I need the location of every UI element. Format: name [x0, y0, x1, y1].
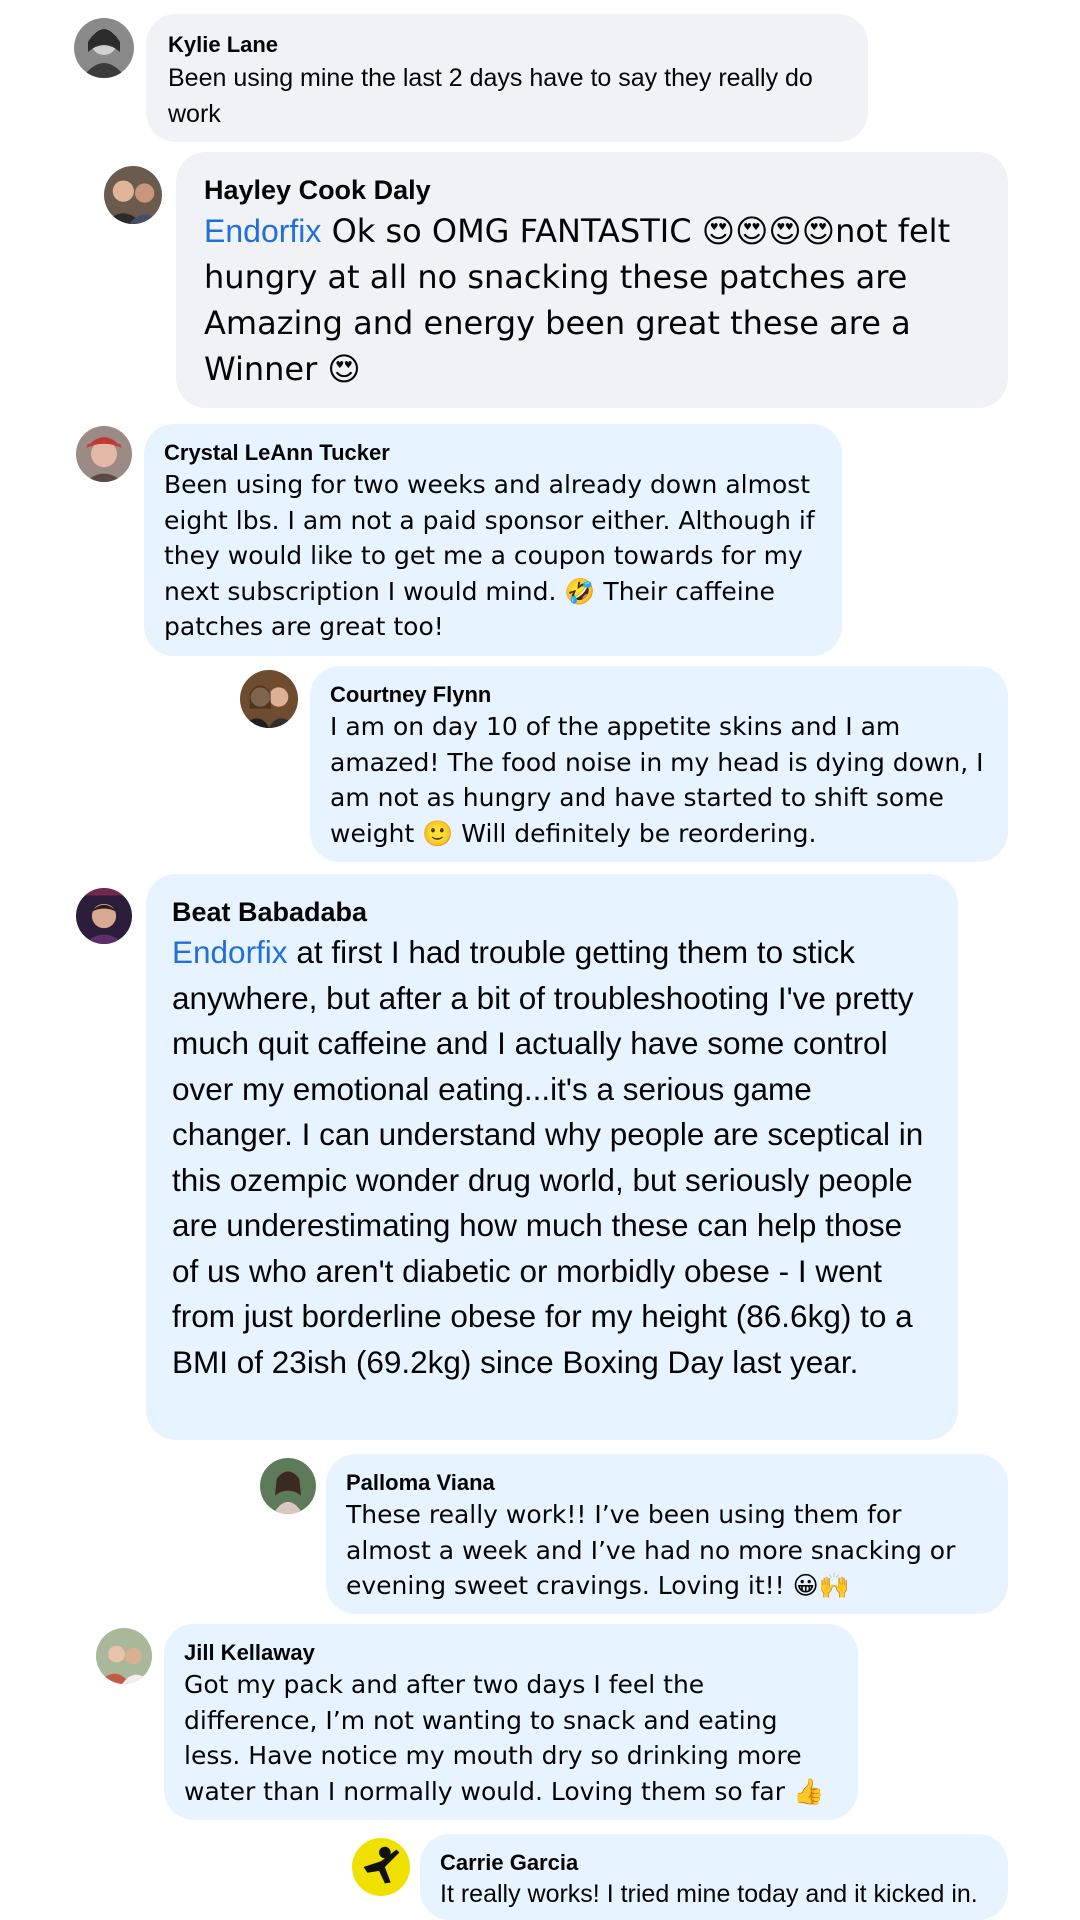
- avatar[interactable]: [74, 18, 134, 78]
- comment-text: These really work!! I’ve been using them…: [346, 1500, 956, 1600]
- commenter-name[interactable]: Hayley Cook Daly: [204, 172, 980, 208]
- comment-text: Endorfix Ok so OMG FANTASTIC 😍😍😍😍not fel…: [204, 208, 980, 392]
- commenter-name[interactable]: Beat Babadaba: [172, 894, 932, 930]
- comment-bubble: Courtney Flynn I am on day 10 of the app…: [310, 666, 1008, 862]
- comment-bubble: Crystal LeAnn Tucker Been using for two …: [144, 424, 842, 656]
- commenter-name[interactable]: Carrie Garcia: [440, 1848, 988, 1877]
- avatar[interactable]: [260, 1458, 316, 1514]
- avatar[interactable]: [96, 1628, 152, 1684]
- comment-text: Got my pack and after two days I feel th…: [184, 1670, 825, 1806]
- avatar[interactable]: [76, 426, 132, 482]
- comment-text: It really works! I tried mine today and …: [440, 1880, 978, 1908]
- comment-bubble: Palloma Viana These really work!! I’ve b…: [326, 1454, 1008, 1614]
- comment-bubble: Beat Babadaba Endorfix at first I had tr…: [146, 874, 958, 1440]
- comment-text: Endorfix at first I had trouble getting …: [172, 930, 932, 1385]
- comment-text: Been using mine the last 2 days have to …: [168, 64, 813, 128]
- commenter-name[interactable]: Kylie Lane: [168, 30, 846, 60]
- comment-text: I am on day 10 of the appetite skins and…: [330, 712, 984, 848]
- commenter-name[interactable]: Palloma Viana: [346, 1468, 988, 1497]
- mention-link[interactable]: Endorfix: [204, 213, 321, 249]
- comment-bubble: Kylie Lane Been using mine the last 2 da…: [146, 14, 868, 142]
- avatar[interactable]: [76, 888, 132, 944]
- comment-bubble: Jill Kellaway Got my pack and after two …: [164, 1624, 858, 1820]
- commenter-name[interactable]: Jill Kellaway: [184, 1638, 838, 1667]
- avatar[interactable]: [352, 1838, 410, 1896]
- comment-text-content: at first I had trouble getting them to s…: [172, 934, 924, 1380]
- commenter-name[interactable]: Crystal LeAnn Tucker: [164, 438, 822, 467]
- commenter-name[interactable]: Courtney Flynn: [330, 680, 988, 709]
- comment-text: Been using for two weeks and already dow…: [164, 470, 815, 641]
- comment-bubble: Hayley Cook Daly Endorfix Ok so OMG FANT…: [176, 152, 1008, 408]
- avatar[interactable]: [240, 670, 298, 728]
- mention-link[interactable]: Endorfix: [172, 934, 288, 970]
- comment-bubble: Carrie Garcia It really works! I tried m…: [420, 1834, 1008, 1920]
- avatar[interactable]: [104, 166, 162, 224]
